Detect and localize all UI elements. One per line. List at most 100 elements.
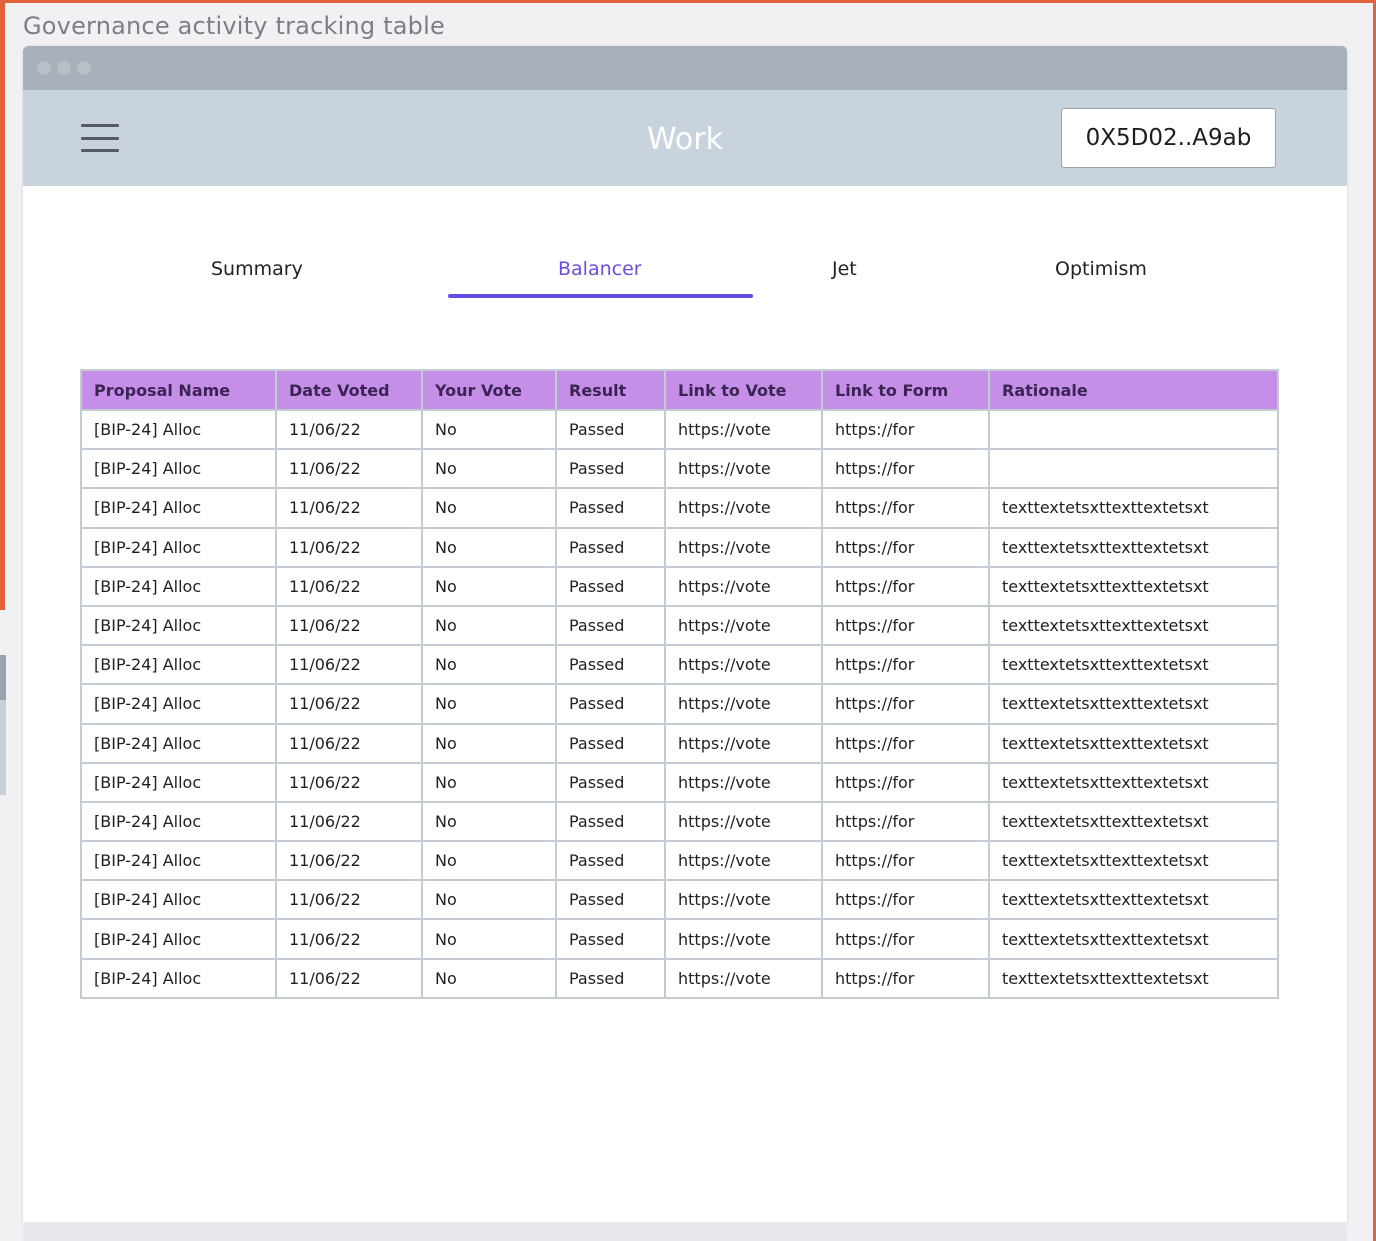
cell-link-to-form[interactable]: https://for xyxy=(821,487,990,529)
cell-link-to-vote[interactable]: https://vote xyxy=(664,840,823,882)
cell-link-to-vote[interactable]: https://vote xyxy=(664,448,823,490)
frame-title: Governance activity tracking table xyxy=(23,12,445,40)
cell-your-vote: No xyxy=(421,957,557,999)
cell-rationale: texttextetsxttexttextetsxt xyxy=(988,761,1279,803)
cell-link-to-form[interactable]: https://for xyxy=(821,840,990,882)
table-row[interactable]: [BIP-24] Alloc 11/06/22 No Passed https://vo… xyxy=(80,487,1279,529)
table-row[interactable]: [BIP-24] Alloc 11/06/22 No Passed https://vo… xyxy=(80,957,1279,999)
tab-balancer[interactable]: Balancer xyxy=(558,258,642,280)
cell-result: Passed xyxy=(555,722,666,764)
cell-proposal-name: [BIP-24] Alloc xyxy=(80,448,277,490)
table-row[interactable]: [BIP-24] Alloc 11/06/22 No Passed https://vo… xyxy=(80,448,1279,490)
cell-proposal-name: [BIP-24] Alloc xyxy=(80,487,277,529)
cell-result: Passed xyxy=(555,604,666,647)
table-row[interactable]: [BIP-24] Alloc 11/06/22 No Passed https://vo… xyxy=(80,800,1279,843)
cell-link-to-vote[interactable]: https://vote xyxy=(664,879,823,921)
cell-date-voted: 11/06/22 xyxy=(275,957,423,999)
cell-result: Passed xyxy=(555,957,666,999)
cell-date-voted: 11/06/22 xyxy=(275,408,423,451)
cell-your-vote: No xyxy=(421,487,557,529)
cell-result: Passed xyxy=(555,644,666,686)
cell-date-voted: 11/06/22 xyxy=(275,487,423,529)
window-titlebar xyxy=(23,46,1347,90)
column-header-your-vote[interactable]: Your Vote xyxy=(421,369,557,411)
cell-link-to-vote[interactable]: https://vote xyxy=(664,644,823,686)
frame-edge-top xyxy=(0,0,1376,3)
table-row[interactable]: [BIP-24] Alloc 11/06/22 No Passed https://vo… xyxy=(80,565,1279,607)
cell-link-to-form[interactable]: https://for xyxy=(821,526,990,568)
cell-link-to-vote[interactable]: https://vote xyxy=(664,761,823,803)
column-header-link-to-form[interactable]: Link to Form xyxy=(821,369,990,411)
tab-jet[interactable]: Jet xyxy=(832,258,857,280)
window-maximize-dot[interactable] xyxy=(77,61,91,75)
cell-date-voted: 11/06/22 xyxy=(275,565,423,607)
cell-link-to-form[interactable]: https://for xyxy=(821,565,990,607)
cell-link-to-form[interactable]: https://for xyxy=(821,604,990,647)
cell-rationale: texttextetsxttexttextetsxt xyxy=(988,879,1279,921)
app-header: Work 0X5D02..A9ab xyxy=(23,90,1347,186)
governance-table-container: Proposal Name Date Voted Your Vote Result Li… xyxy=(80,369,1279,999)
cell-link-to-form[interactable]: https://for xyxy=(821,448,990,490)
cell-link-to-form[interactable]: https://for xyxy=(821,800,990,843)
background-window-sliver xyxy=(0,700,6,795)
cell-your-vote: No xyxy=(421,448,557,490)
tab-optimism[interactable]: Optimism xyxy=(1055,258,1147,280)
table-row[interactable]: [BIP-24] Alloc 11/06/22 No Passed https://vo… xyxy=(80,840,1279,882)
column-header-date-voted[interactable]: Date Voted xyxy=(275,369,423,411)
cell-link-to-form[interactable]: https://for xyxy=(821,761,990,803)
cell-date-voted: 11/06/22 xyxy=(275,761,423,803)
cell-result: Passed xyxy=(555,565,666,607)
cell-date-voted: 11/06/22 xyxy=(275,448,423,490)
table-row[interactable]: [BIP-24] Alloc 11/06/22 No Passed https://vo… xyxy=(80,644,1279,686)
window-close-dot[interactable] xyxy=(37,61,51,75)
cell-result: Passed xyxy=(555,800,666,843)
cell-link-to-vote[interactable]: https://vote xyxy=(664,957,823,999)
cell-link-to-vote[interactable]: https://vote xyxy=(664,722,823,764)
cell-rationale: texttextetsxttexttextetsxt xyxy=(988,683,1279,725)
column-header-rationale[interactable]: Rationale xyxy=(988,369,1279,411)
cell-proposal-name: [BIP-24] Alloc xyxy=(80,526,277,568)
cell-rationale: texttextetsxttexttextetsxt xyxy=(988,565,1279,607)
cell-link-to-form[interactable]: https://for xyxy=(821,918,990,960)
cell-proposal-name: [BIP-24] Alloc xyxy=(80,879,277,921)
cell-link-to-vote[interactable]: https://vote xyxy=(664,526,823,568)
cell-rationale: texttextetsxttexttextetsxt xyxy=(988,644,1279,686)
table-row[interactable]: [BIP-24] Alloc 11/06/22 No Passed https://vo… xyxy=(80,683,1279,725)
cell-link-to-form[interactable]: https://for xyxy=(821,644,990,686)
cell-link-to-form[interactable]: https://for xyxy=(821,722,990,764)
cell-link-to-form[interactable]: https://for xyxy=(821,408,990,451)
cell-link-to-vote[interactable]: https://vote xyxy=(664,604,823,647)
cell-link-to-vote[interactable]: https://vote xyxy=(664,487,823,529)
cell-link-to-form[interactable]: https://for xyxy=(821,683,990,725)
cell-link-to-vote[interactable]: https://vote xyxy=(664,408,823,451)
cell-link-to-vote[interactable]: https://vote xyxy=(664,683,823,725)
cell-rationale: texttextetsxttexttextetsxt xyxy=(988,604,1279,647)
cell-link-to-vote[interactable]: https://vote xyxy=(664,565,823,607)
cell-proposal-name: [BIP-24] Alloc xyxy=(80,683,277,725)
cell-rationale: texttextetsxttexttextetsxt xyxy=(988,918,1279,960)
cell-result: Passed xyxy=(555,448,666,490)
table-row[interactable]: [BIP-24] Alloc 11/06/22 No Passed https://vo… xyxy=(80,408,1279,451)
cell-rationale xyxy=(988,408,1279,451)
cell-link-to-form[interactable]: https://for xyxy=(821,879,990,921)
table-row[interactable]: [BIP-24] Alloc 11/06/22 No Passed https://vo… xyxy=(80,526,1279,568)
wallet-address-button[interactable]: 0X5D02..A9ab xyxy=(1061,108,1276,168)
cell-proposal-name: [BIP-24] Alloc xyxy=(80,565,277,607)
cell-link-to-form[interactable]: https://for xyxy=(821,957,990,999)
column-header-proposal-name[interactable]: Proposal Name xyxy=(80,369,277,411)
cell-result: Passed xyxy=(555,526,666,568)
table-row[interactable]: [BIP-24] Alloc 11/06/22 No Passed https://vo… xyxy=(80,604,1279,647)
table-row[interactable]: [BIP-24] Alloc 11/06/22 No Passed https://vo… xyxy=(80,761,1279,803)
table-row[interactable]: [BIP-24] Alloc 11/06/22 No Passed https://vo… xyxy=(80,918,1279,960)
tab-summary[interactable]: Summary xyxy=(211,258,303,280)
cell-rationale: texttextetsxttexttextetsxt xyxy=(988,840,1279,882)
window-minimize-dot[interactable] xyxy=(57,61,71,75)
cell-your-vote: No xyxy=(421,644,557,686)
cell-link-to-vote[interactable]: https://vote xyxy=(664,918,823,960)
table-row[interactable]: [BIP-24] Alloc 11/06/22 No Passed https://vo… xyxy=(80,879,1279,921)
column-header-link-to-vote[interactable]: Link to Vote xyxy=(664,369,823,411)
tab-bar: Summary Balancer Jet Optimism xyxy=(23,186,1347,306)
table-row[interactable]: [BIP-24] Alloc 11/06/22 No Passed https://vo… xyxy=(80,722,1279,764)
column-header-result[interactable]: Result xyxy=(555,369,666,411)
cell-link-to-vote[interactable]: https://vote xyxy=(664,800,823,843)
